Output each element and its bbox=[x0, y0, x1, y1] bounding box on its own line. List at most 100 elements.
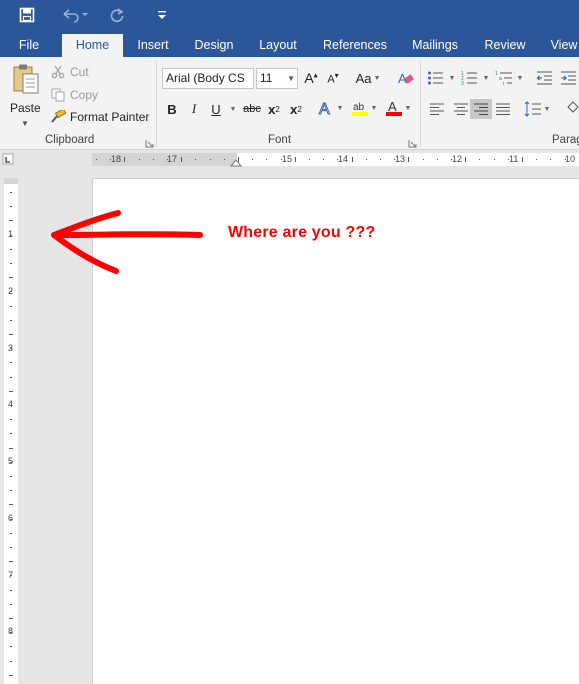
tab-review[interactable]: Review bbox=[478, 34, 532, 57]
ruler-tick bbox=[9, 277, 13, 279]
format-painter-button[interactable]: Format Painter bbox=[50, 107, 149, 127]
chevron-down-icon: ▼ bbox=[448, 74, 456, 82]
tab-layout[interactable]: Layout bbox=[252, 34, 304, 57]
ruler-tick bbox=[294, 157, 296, 162]
svg-text:1: 1 bbox=[495, 71, 498, 77]
chevron-down-icon[interactable]: ▼ bbox=[21, 119, 29, 128]
cut-button[interactable]: Cut bbox=[50, 62, 89, 82]
ruler-tick bbox=[337, 159, 339, 160]
ruler-tick bbox=[9, 220, 13, 222]
customize-qat-icon[interactable] bbox=[154, 4, 170, 26]
font-size-select[interactable]: 11 ▼ bbox=[256, 68, 298, 89]
tab-file[interactable]: File bbox=[10, 34, 48, 57]
chevron-down-icon: ▼ bbox=[516, 74, 524, 82]
ruler-label: 18 bbox=[111, 154, 122, 164]
ruler-tick bbox=[10, 476, 12, 477]
font-size-value: 11 bbox=[260, 71, 273, 85]
ruler-tick bbox=[10, 433, 12, 435]
justify-button[interactable] bbox=[492, 99, 514, 119]
highlighter-icon: ab bbox=[351, 102, 368, 116]
paste-label: Paste bbox=[10, 101, 41, 115]
tab-mailings[interactable]: Mailings bbox=[404, 34, 466, 57]
strikethrough-button[interactable]: abc bbox=[241, 99, 263, 119]
subscript-label: x bbox=[268, 101, 276, 117]
copy-icon bbox=[50, 87, 66, 103]
save-icon[interactable] bbox=[16, 4, 38, 26]
ribbon: Paste ▼ Cut Copy Format Painter Clipboar… bbox=[0, 57, 579, 150]
text-effects-icon: A bbox=[318, 101, 330, 118]
copy-button[interactable]: Copy bbox=[50, 85, 98, 105]
tab-insert[interactable]: Insert bbox=[128, 34, 178, 57]
bullets-icon bbox=[427, 71, 443, 85]
ruler-tick bbox=[536, 159, 538, 160]
superscript-button[interactable]: x2 bbox=[286, 99, 306, 119]
indent-marker-icon[interactable] bbox=[230, 158, 242, 167]
underline-button[interactable]: U bbox=[207, 99, 225, 119]
align-left-button[interactable] bbox=[426, 99, 448, 119]
chevron-down-icon: ▼ bbox=[482, 74, 490, 82]
tab-selector[interactable] bbox=[0, 151, 21, 167]
shading-button[interactable] bbox=[564, 99, 579, 119]
ruler-tick bbox=[422, 159, 424, 160]
ruler-label: 15 bbox=[282, 154, 293, 164]
increase-indent-button[interactable] bbox=[558, 68, 579, 88]
tab-references[interactable]: References bbox=[316, 34, 394, 57]
ruler-tick bbox=[138, 159, 140, 160]
align-right-button[interactable] bbox=[470, 99, 492, 119]
vertical-ruler[interactable]: 1 2 3 4 5 6 7 8 bbox=[4, 178, 18, 684]
tab-home[interactable]: Home bbox=[62, 34, 123, 57]
align-right-icon bbox=[474, 103, 488, 115]
ruler-tick bbox=[10, 632, 12, 634]
ruler-tick bbox=[252, 159, 254, 160]
paste-button[interactable]: Paste ▼ bbox=[4, 61, 46, 131]
horizontal-ruler[interactable]: 18 17 15 14 13 12 11 10 bbox=[92, 153, 579, 167]
line-spacing-button[interactable]: ▼ bbox=[522, 99, 552, 119]
clear-formatting-button[interactable]: A bbox=[396, 68, 416, 88]
ruler-margin bbox=[4, 178, 18, 184]
font-color-icon: A bbox=[385, 99, 402, 116]
ruler-tick bbox=[451, 159, 452, 160]
ruler-tick bbox=[10, 192, 12, 193]
dialog-launcher-icon[interactable] bbox=[408, 137, 417, 148]
ruler-tick bbox=[280, 159, 282, 160]
superscript-label: x bbox=[290, 101, 298, 117]
ruler-tick bbox=[10, 518, 12, 520]
highlight-button[interactable]: ab ▼ bbox=[348, 98, 380, 118]
text-effects-button[interactable]: A ▼ bbox=[314, 98, 346, 118]
align-center-button[interactable] bbox=[450, 99, 472, 119]
bullets-button[interactable]: ▼ bbox=[426, 68, 456, 88]
redo-icon[interactable] bbox=[106, 4, 128, 26]
ruler-tick bbox=[323, 159, 325, 160]
ruler-tick bbox=[124, 157, 126, 162]
grow-font-button[interactable]: A▴ bbox=[302, 68, 320, 88]
numbering-button[interactable]: 1 2 3 ▼ bbox=[460, 68, 490, 88]
dialog-launcher-icon[interactable] bbox=[145, 137, 154, 148]
ruler-tick bbox=[465, 157, 467, 162]
undo-icon[interactable] bbox=[58, 4, 92, 26]
ruler-tick bbox=[96, 159, 97, 160]
ruler-tick bbox=[408, 157, 410, 162]
line-spacing-icon bbox=[524, 101, 541, 117]
ruler-tick bbox=[10, 206, 12, 208]
ruler-tick bbox=[10, 490, 12, 492]
ruler-tick bbox=[10, 603, 12, 605]
ruler-tick bbox=[10, 362, 12, 364]
font-name-select[interactable]: Arial (Body CS bbox=[162, 68, 254, 89]
ruler-tick bbox=[9, 561, 13, 563]
ruler-tick bbox=[10, 291, 12, 293]
shrink-font-button[interactable]: A▾ bbox=[324, 68, 342, 88]
multilevel-list-button[interactable]: 1 a i ▼ bbox=[494, 68, 524, 88]
clipboard-group-label: Clipboard bbox=[45, 134, 95, 146]
italic-button[interactable]: I bbox=[186, 99, 202, 119]
decrease-indent-button[interactable] bbox=[534, 68, 556, 88]
font-color-button[interactable]: A ▼ bbox=[382, 98, 414, 118]
subscript-button[interactable]: x2 bbox=[264, 99, 284, 119]
bold-button[interactable]: B bbox=[164, 99, 180, 119]
underline-options-button[interactable]: ▼ bbox=[226, 99, 238, 119]
change-case-button[interactable]: Aa ▼ bbox=[352, 68, 384, 88]
ruler-tick bbox=[365, 159, 367, 160]
numbering-icon: 123 bbox=[461, 71, 477, 86]
tab-view[interactable]: View bbox=[544, 34, 579, 57]
ruler-tick bbox=[10, 376, 12, 378]
tab-design[interactable]: Design bbox=[186, 34, 242, 57]
